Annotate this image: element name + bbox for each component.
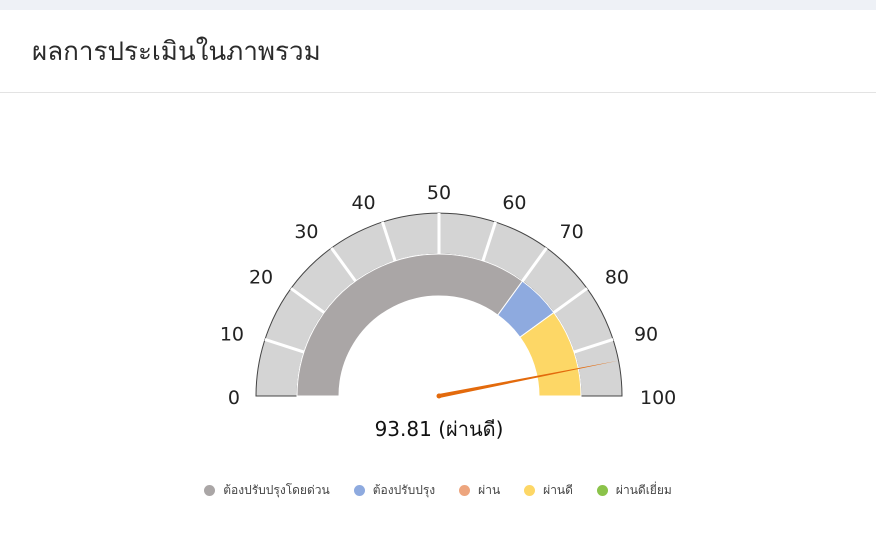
legend-label: ต้องปรับปรุงโดยด่วน — [223, 483, 330, 497]
legend-dot — [596, 485, 608, 496]
gauge-tick-label: 40 — [351, 192, 375, 214]
gauge-tick-label: 20 — [249, 267, 273, 289]
gauge-tick-label: 70 — [559, 221, 583, 243]
gauge-tick-label: 10 — [220, 324, 244, 346]
legend-item[interactable]: ต้องปรับปรุง — [353, 481, 436, 500]
card-header: ผลการประเมินในภาพรวม — [0, 10, 876, 93]
gauge-area: 0 10 20 30 40 50 60 70 80 90 100 93.81 (ผ่านดี) ต้อ… — [0, 93, 876, 542]
gauge-value-label: 93.81 (ผ่านดี) — [375, 417, 504, 441]
legend-label: ผ่านดีเยี่ยม — [615, 483, 672, 497]
gauge-tick-label: 100 — [640, 387, 676, 409]
gauge-tick-label: 0 — [228, 387, 240, 409]
top-strip — [0, 0, 876, 10]
gauge-tick-label: 80 — [605, 267, 629, 289]
legend-label: ผ่านดี — [543, 483, 573, 497]
page-title: ผลการประเมินในภาพรวม — [32, 36, 321, 67]
legend-dot — [353, 485, 365, 496]
legend-item[interactable]: ผ่านดี — [524, 481, 573, 500]
legend-item[interactable]: ผ่านดีเยี่ยม — [596, 481, 672, 500]
gauge-chart: 0 10 20 30 40 50 60 70 80 90 100 93.81 (ผ่านดี) — [220, 182, 676, 441]
legend-dot — [459, 485, 471, 496]
legend-label: ต้องปรับปรุง — [372, 483, 436, 497]
legend-dot — [524, 485, 536, 496]
gauge-needle-pivot — [436, 393, 442, 399]
gauge-tick-label: 50 — [427, 182, 451, 204]
legend-item[interactable]: ผ่าน — [459, 481, 500, 500]
gauge-tick-label: 30 — [294, 221, 318, 243]
gauge-tick-label: 90 — [634, 324, 658, 346]
legend-dot — [204, 485, 216, 496]
legend: ต้องปรับปรุงโดยด่วน ต้องปรับปรุง ผ่าน ผ่… — [0, 481, 876, 500]
gauge-tick-label: 60 — [502, 192, 526, 214]
legend-item[interactable]: ต้องปรับปรุงโดยด่วน — [204, 481, 330, 500]
legend-label: ผ่าน — [478, 483, 501, 497]
